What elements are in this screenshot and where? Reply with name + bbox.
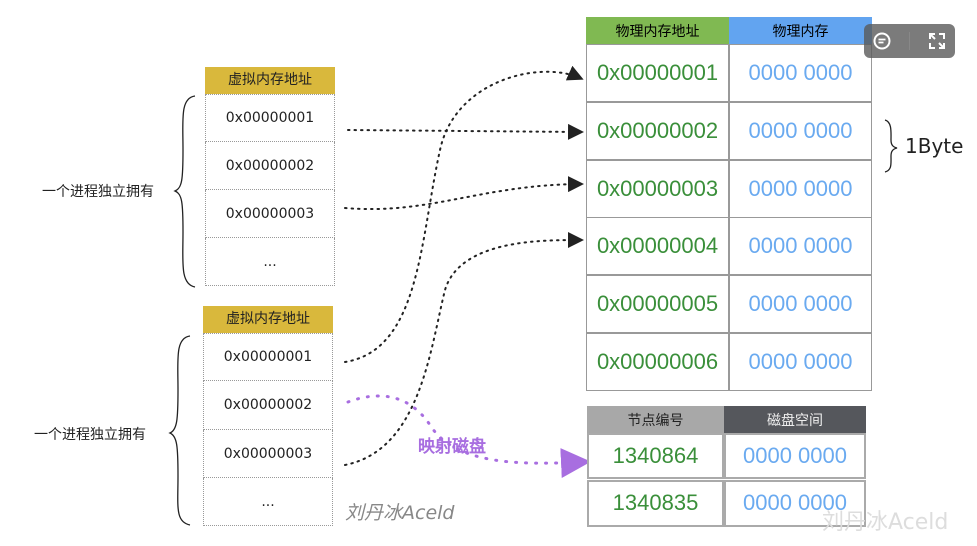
phys-addr-cell: 0x00000004: [586, 217, 729, 276]
virtual-row: 0x00000001: [205, 94, 335, 142]
watermark-handwritten: 刘丹冰Aceld: [345, 502, 455, 524]
brace-byte: [884, 119, 898, 173]
phys-addr-cell: 0x00000002: [586, 101, 729, 160]
mapping-label: 映射磁盘: [418, 437, 486, 457]
phys-addr-cell: 0x00000005: [586, 275, 729, 334]
image-toolbar: [864, 24, 955, 58]
toolbar-divider: [908, 32, 910, 50]
virtual-row: 0x00000002: [205, 142, 335, 190]
virtual-table-header: 虚拟内存地址: [203, 306, 333, 333]
watermark: 刘丹冰Aceld: [822, 510, 949, 535]
phys-addr-cell: 0x00000006: [586, 333, 729, 391]
fullscreen-icon[interactable]: [927, 31, 947, 51]
disk-node-cell: 1340835: [587, 479, 724, 527]
virtual-row: 0x00000003: [205, 190, 335, 238]
physical-memory-table: 物理内存地址 物理内存 0x00000001 0000 0000 0x0000000…: [586, 17, 872, 391]
virtual-row: 0x00000002: [203, 381, 333, 430]
phys-addr-cell: 0x00000001: [586, 44, 729, 102]
arrow-v1-2-to-p2: [347, 123, 584, 140]
virtual-row: 0x00000001: [203, 333, 333, 381]
disk-node-cell: 1340864: [587, 433, 724, 479]
virtual-row: 0x00000003: [203, 430, 333, 478]
brace-upper: [173, 95, 196, 288]
arrow-v2-1-to-p1: [344, 65, 584, 363]
virtual-row: ...: [203, 478, 333, 526]
phys-mem-value: 0000 0000: [729, 44, 872, 102]
phys-mem-value: 0000 0000: [729, 217, 872, 276]
process-label-lower: 一个进程独立拥有: [34, 427, 146, 443]
process-label-upper: 一个进程独立拥有: [42, 184, 154, 200]
disk-node-header: 节点编号: [587, 406, 724, 433]
phys-addr-header: 物理内存地址: [586, 17, 729, 44]
phys-mem-value: 0000 0000: [729, 101, 872, 160]
phys-mem-value: 0000 0000: [729, 159, 872, 218]
brace-lower: [168, 335, 191, 526]
phys-mem-value: 0000 0000: [729, 275, 872, 334]
virtual-table-lower: 虚拟内存地址 0x00000001 0x00000002 0x00000003 …: [203, 306, 333, 526]
virtual-table-header: 虚拟内存地址: [205, 67, 335, 94]
disk-space-header: 磁盘空间: [724, 406, 866, 433]
arrow-v1-3-to-p3: [344, 176, 584, 211]
virtual-row: ...: [205, 238, 335, 286]
byte-label: 1Byte: [905, 134, 964, 158]
disk-space-value: 0000 0000: [724, 433, 866, 479]
comment-icon[interactable]: [872, 31, 892, 51]
phys-mem-header: 物理内存: [729, 17, 872, 44]
phys-mem-value: 0000 0000: [729, 333, 872, 391]
phys-addr-cell: 0x00000003: [586, 159, 729, 218]
virtual-table-upper: 虚拟内存地址 0x00000001 0x00000002 0x00000003 …: [205, 67, 335, 286]
